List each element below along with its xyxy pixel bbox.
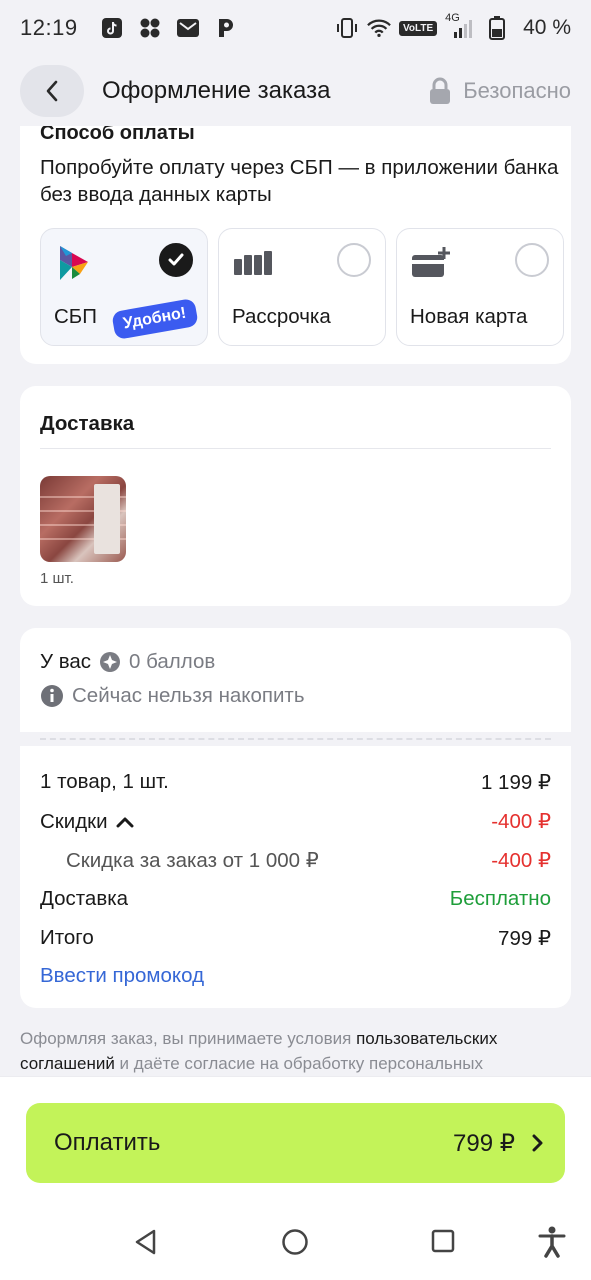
discount-sub-value: -400 ₽ — [491, 849, 551, 872]
battery-percent: 40 % — [523, 16, 571, 39]
delivery-value: Бесплатно — [449, 887, 551, 910]
dashed-divider — [40, 738, 551, 740]
delivery-card: Доставка 1 шт. — [20, 386, 571, 606]
delivery-label: Доставка — [40, 887, 129, 910]
delivery-title: Доставка — [40, 412, 135, 435]
pay-button-amount: 799 ₽ — [453, 1129, 515, 1157]
bonus-info: Сейчас нельзя накопить — [40, 684, 305, 708]
volte-badge: VoLTE — [398, 20, 438, 36]
nav-back-button[interactable] — [132, 1228, 160, 1256]
square-recents-icon — [431, 1229, 455, 1253]
notification-icons — [100, 16, 238, 40]
triangle-back-icon — [135, 1229, 156, 1255]
items-value: 1 199 ₽ — [480, 771, 551, 794]
nav-accessibility-button[interactable] — [538, 1226, 566, 1258]
chevron-left-icon — [46, 80, 58, 102]
total-label: Итого — [40, 926, 94, 949]
lock-icon — [430, 77, 451, 104]
pay-button-label: Оплатить — [54, 1129, 161, 1156]
pay-amount: 799 ₽ — [453, 1129, 543, 1158]
bonus-info-text: Сейчас нельзя накопить — [72, 684, 305, 707]
installment-icon — [233, 243, 273, 283]
app-header: Оформление заказа Безопасно — [0, 56, 591, 126]
sbp-logo-icon — [55, 243, 95, 283]
terms-part1: Оформляя заказ, вы принимаете условия — [20, 1029, 357, 1048]
status-bar: 12:19 VoLTE 4G 40 % — [0, 0, 591, 56]
secure-label: Безопасно — [463, 78, 571, 103]
circle-home-icon — [282, 1229, 308, 1255]
installment-label: Рассрочка — [232, 305, 331, 328]
chevron-up-icon — [116, 817, 134, 827]
summary-total-row: Итого 799 ₽ — [40, 926, 551, 951]
discount-sub-label: Скидка за заказ от 1 000 ₽ — [66, 849, 319, 872]
status-right: VoLTE 4G 40 % — [335, 12, 571, 40]
total-value: 799 ₽ — [498, 927, 551, 950]
p-app-icon — [214, 16, 238, 40]
network-label: 4G — [445, 12, 460, 24]
new-card-radio[interactable] — [515, 243, 549, 277]
secure-indicator: Безопасно — [427, 77, 571, 105]
terms-part2: и даёте согласие на обработку персональн… — [114, 1054, 484, 1073]
divider — [40, 448, 551, 449]
payment-options: СБП Удобно! Рассрочка Новая карта — [40, 228, 564, 346]
payment-option-sbp[interactable]: СБП Удобно! — [40, 228, 208, 346]
bonus-points: 0 баллов — [129, 650, 216, 673]
battery-icon — [485, 16, 509, 40]
system-nav-bar — [0, 1204, 591, 1280]
discounts-toggle[interactable]: Скидки — [40, 809, 134, 834]
convenient-badge: Удобно! — [111, 297, 199, 341]
accessibility-icon — [538, 1226, 566, 1258]
terms-text: Оформляя заказ, вы принимаете условия по… — [20, 1026, 576, 1074]
nav-home-button[interactable] — [281, 1228, 309, 1256]
sbp-radio[interactable] — [159, 243, 193, 277]
payment-hint: Попробуйте оплату через СБП — в приложен… — [40, 156, 559, 206]
summary-delivery-row: Доставка Бесплатно — [40, 887, 551, 911]
sbp-label: СБП — [54, 305, 97, 328]
checkout-footer: Оплатить 799 ₽ — [0, 1076, 591, 1204]
nav-recents-button[interactable] — [430, 1228, 456, 1254]
page-title: Оформление заказа — [102, 77, 331, 104]
bonus-prefix: У вас — [40, 650, 92, 673]
back-button[interactable] — [20, 65, 84, 117]
summary-discounts-row[interactable]: Скидки -400 ₽ — [40, 809, 551, 834]
promo-code-link[interactable]: Ввести промокод — [40, 964, 204, 988]
summary-items-row: 1 товар, 1 шт. 1 199 ₽ — [40, 770, 551, 795]
payment-method-card: Способ оплаты Попробуйте оплату через СБ… — [20, 110, 571, 364]
product-quantity: 1 шт. — [40, 570, 74, 587]
bonus-balance: У вас 0 баллов — [40, 650, 215, 674]
summary-discount-sub-row: Скидка за заказ от 1 000 ₽ -400 ₽ — [40, 848, 551, 873]
pay-button[interactable]: Оплатить 799 ₽ — [26, 1103, 565, 1183]
bonus-card: У вас 0 баллов Сейчас нельзя накопить — [20, 628, 571, 732]
items-label: 1 товар, 1 шт. — [40, 770, 169, 793]
payment-option-new-card[interactable]: Новая карта — [396, 228, 564, 346]
order-summary-card: 1 товар, 1 шт. 1 199 ₽ Скидки -400 ₽ Ски… — [20, 746, 571, 1008]
wifi-icon — [367, 16, 391, 40]
vibrate-icon — [335, 16, 359, 40]
info-icon — [41, 685, 63, 707]
discounts-value: -400 ₽ — [491, 810, 551, 833]
app-dots-icon — [138, 16, 162, 40]
discounts-label: Скидки — [40, 809, 108, 833]
add-card-icon — [411, 243, 451, 283]
chevron-right-icon — [532, 1134, 543, 1152]
mail-icon — [176, 16, 200, 40]
status-time: 12:19 — [20, 15, 78, 40]
bonus-coin-icon — [100, 652, 121, 672]
payment-option-installment[interactable]: Рассрочка — [218, 228, 386, 346]
tiktok-icon — [100, 16, 124, 40]
product-thumbnail[interactable] — [40, 476, 126, 562]
installment-radio[interactable] — [337, 243, 371, 277]
signal-icon: 4G — [445, 12, 477, 40]
new-card-label: Новая карта — [410, 305, 528, 328]
